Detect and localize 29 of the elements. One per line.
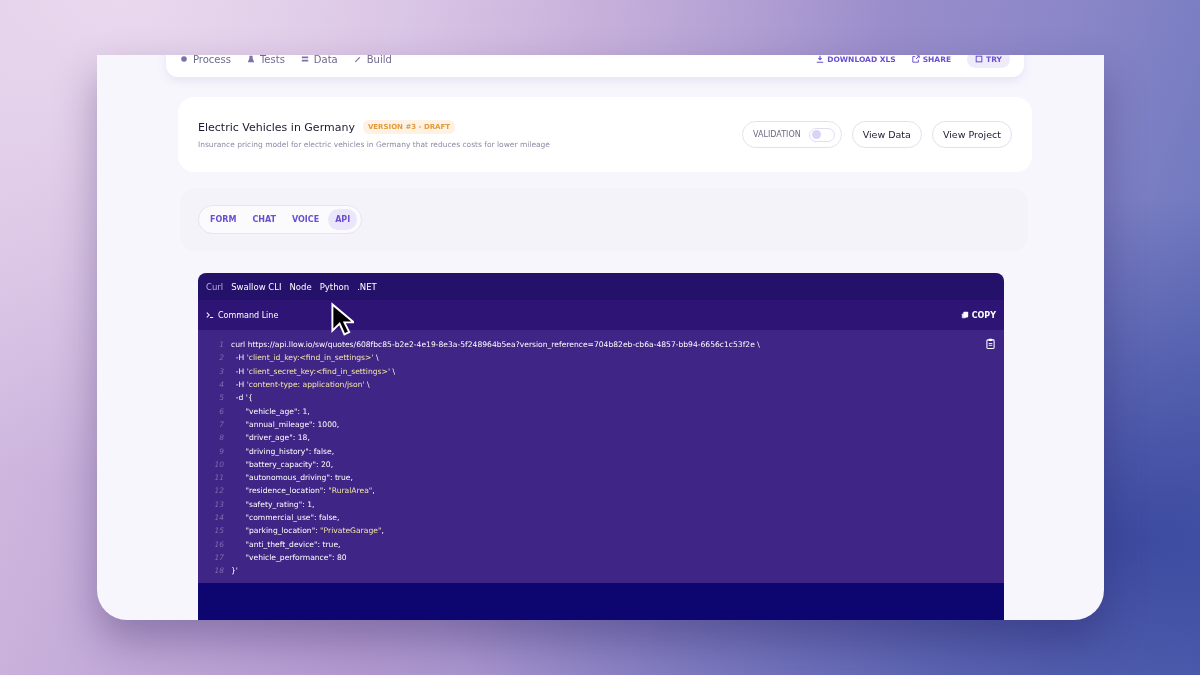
square-icon: [975, 55, 984, 63]
validation-label: VALIDATION: [753, 130, 801, 139]
mode-tab[interactable]: CHAT: [245, 209, 283, 230]
nav-link[interactable]: Process: [180, 55, 231, 65]
command-line-label: Command Line: [206, 310, 279, 320]
terminal-icon: [206, 311, 214, 319]
project-title: Electric Vehicles in Germany: [198, 120, 355, 134]
language-tab[interactable]: Swallow CLI: [227, 281, 286, 292]
nav-link[interactable]: Tests: [246, 55, 285, 65]
mode-tab[interactable]: VOICE: [285, 209, 327, 230]
language-tab[interactable]: .NET: [353, 281, 381, 292]
header-button[interactable]: View Data: [851, 121, 922, 148]
nav-link[interactable]: Build: [353, 55, 392, 65]
validation-control[interactable]: VALIDATION: [742, 121, 842, 148]
nav-link[interactable]: Data: [300, 55, 338, 65]
language-tab[interactable]: Curl: [202, 281, 228, 292]
mode-tab[interactable]: FORM: [203, 209, 244, 230]
clipboard-icon[interactable]: [986, 338, 995, 349]
stack-icon: [300, 55, 309, 63]
header-button[interactable]: View Project: [931, 121, 1012, 148]
mode-tab[interactable]: API: [328, 209, 358, 230]
language-tab[interactable]: Python: [315, 281, 354, 292]
download-icon: [816, 55, 825, 63]
language-tab[interactable]: Node: [285, 281, 316, 292]
copy-icon: [960, 311, 969, 319]
share-icon: [911, 55, 920, 63]
cursor-icon: [330, 302, 354, 338]
flask-icon: [246, 55, 255, 63]
copy-button[interactable]: COPY: [960, 310, 996, 320]
